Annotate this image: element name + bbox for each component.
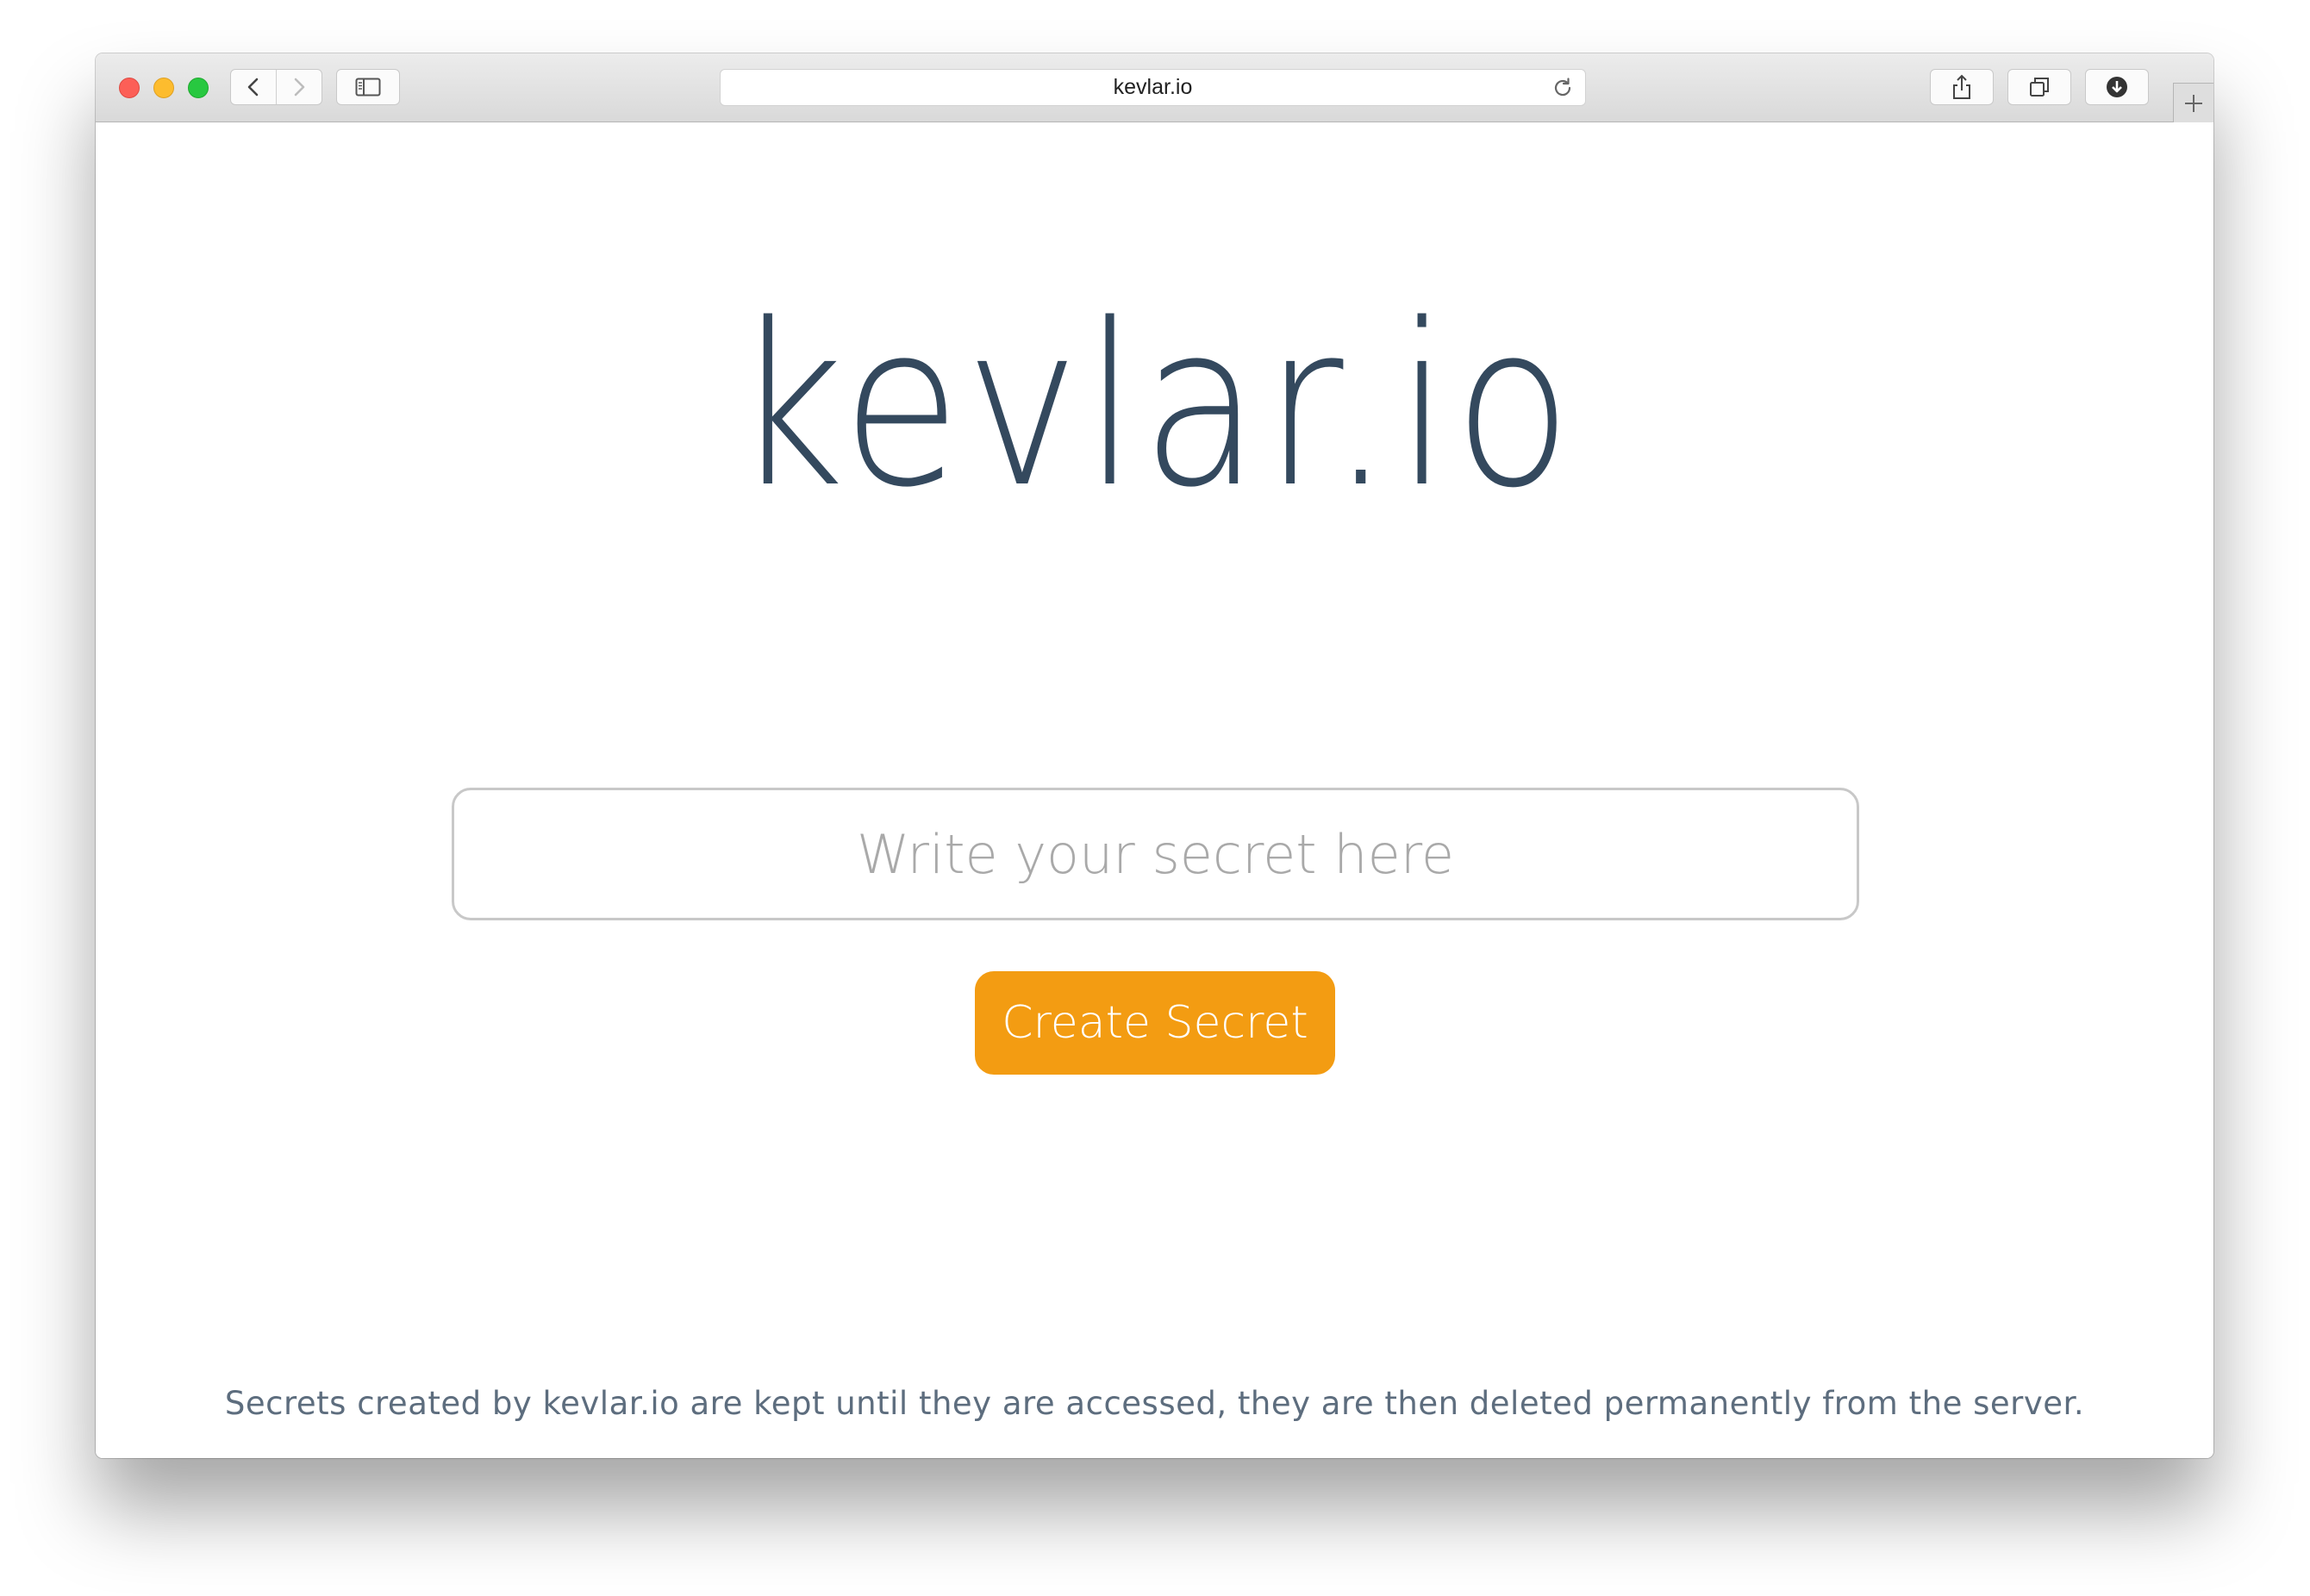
sidebar-icon <box>355 78 381 97</box>
downloads-button[interactable] <box>2085 69 2149 105</box>
tabs-overview-icon <box>2030 78 2049 97</box>
page-content: kevlar.io Create Secret Secrets created … <box>96 122 2213 1458</box>
maximize-window-button[interactable] <box>188 78 209 98</box>
forward-button[interactable] <box>276 70 322 104</box>
navigation-buttons <box>230 69 322 105</box>
address-bar[interactable]: kevlar.io <box>720 69 1586 106</box>
close-window-button[interactable] <box>119 78 140 98</box>
download-icon <box>2107 77 2127 97</box>
show-tabs-button[interactable] <box>2007 69 2071 105</box>
plus-icon <box>2185 94 2202 112</box>
chevron-left-icon <box>247 78 259 97</box>
back-button[interactable] <box>231 70 276 104</box>
url-text: kevlar.io <box>1113 75 1193 99</box>
browser-toolbar: kevlar.io <box>96 53 2213 122</box>
secret-input[interactable] <box>452 788 1859 920</box>
browser-window: kevlar.io kevlar.io Write your secret he… <box>96 53 2213 1458</box>
minimize-window-button[interactable] <box>153 78 174 98</box>
site-logo: kevlar.io <box>733 277 1576 537</box>
footer-note: Secrets created by kevlar.io are kept un… <box>224 1385 2085 1422</box>
sidebar-toggle-button[interactable] <box>336 69 400 105</box>
new-tab-button[interactable] <box>2173 83 2213 122</box>
share-button[interactable] <box>1930 69 1994 105</box>
chevron-right-icon <box>294 78 305 97</box>
share-icon <box>1953 74 1970 99</box>
create-secret-button[interactable]: Create Secret <box>975 971 1335 1075</box>
reload-icon[interactable] <box>1551 76 1575 100</box>
